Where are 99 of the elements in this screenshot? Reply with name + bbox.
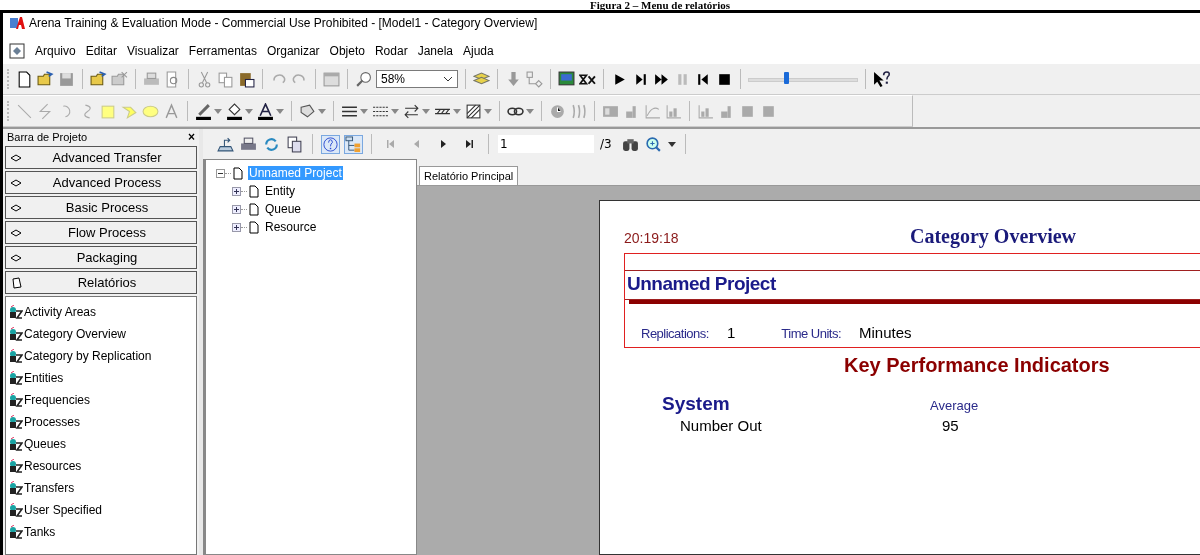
- collapse-icon[interactable]: [216, 168, 225, 178]
- arrow-style-icon[interactable]: [403, 102, 420, 120]
- report-title: Category Overview: [910, 225, 1077, 248]
- chart-icon[interactable]: [697, 102, 714, 120]
- report-item[interactable]: Processes: [6, 411, 196, 433]
- speed-slider[interactable]: [748, 72, 858, 86]
- row-label: Number Out: [680, 417, 763, 434]
- report-item[interactable]: Category by Replication: [6, 345, 196, 367]
- graph-icon[interactable]: [644, 102, 661, 120]
- new-document-icon[interactable]: [16, 70, 33, 88]
- caret-icon[interactable]: [443, 76, 453, 82]
- report-item[interactable]: Frequencies: [6, 389, 196, 411]
- report-item[interactable]: Tanks: [6, 521, 196, 543]
- report-item[interactable]: Transfers: [6, 477, 196, 499]
- fill-color-icon[interactable]: [226, 102, 243, 120]
- help-icon[interactable]: [322, 135, 339, 153]
- expand-icon[interactable]: [232, 186, 241, 196]
- menu-item[interactable]: Arquivo: [35, 44, 76, 58]
- menu-item[interactable]: Visualizar: [127, 44, 179, 58]
- panel-button[interactable]: Relatórios: [5, 271, 197, 294]
- palette-icon[interactable]: [299, 102, 316, 120]
- scissors-icon[interactable]: [196, 70, 213, 88]
- page-count: /3: [600, 137, 612, 151]
- save-icon[interactable]: [58, 70, 75, 88]
- open-folder-icon[interactable]: [90, 70, 107, 88]
- help-pointer-icon[interactable]: [873, 70, 890, 88]
- menu-item[interactable]: Objeto: [329, 44, 365, 58]
- time-units-label: Time Units:: [781, 326, 842, 341]
- expand-icon[interactable]: [232, 222, 241, 232]
- menu-item[interactable]: Janela: [417, 44, 453, 58]
- page-icon: [233, 166, 243, 180]
- page-icon: [249, 184, 259, 198]
- line-color-icon[interactable]: [195, 102, 212, 120]
- connector-icon[interactable]: [526, 70, 543, 88]
- report-time: 20:19:18: [624, 230, 680, 246]
- tree-item[interactable]: Resource: [264, 220, 318, 234]
- column-heading: Average: [930, 398, 979, 413]
- picture-icon[interactable]: [558, 70, 575, 88]
- document-icon: [9, 43, 25, 59]
- close-button[interactable]: ×: [188, 130, 195, 144]
- next-page-icon[interactable]: [438, 139, 448, 149]
- panel-button[interactable]: Advanced Transfer: [5, 146, 197, 169]
- magnifier-icon[interactable]: [355, 70, 372, 88]
- row-value: 95: [942, 417, 959, 434]
- window-title: Arena Training & Evaluation Mode - Commercial Use Prohibited - [Model1 - Category Overview]: [29, 16, 538, 30]
- tree-item[interactable]: Queue: [264, 202, 303, 216]
- panel-title: Barra de Projeto: [7, 131, 88, 143]
- last-page-icon[interactable]: [464, 139, 474, 149]
- menu-item[interactable]: Organizar: [266, 44, 320, 58]
- export-icon[interactable]: [217, 135, 234, 153]
- folder-icon[interactable]: [111, 70, 128, 88]
- panel-button[interactable]: Flow Process: [5, 221, 197, 244]
- text-color-icon[interactable]: [257, 102, 274, 120]
- window-icon[interactable]: [323, 70, 340, 88]
- app-logo-icon: [9, 15, 25, 31]
- menu-item[interactable]: Editar: [85, 44, 118, 58]
- tree-view-icon[interactable]: [345, 135, 362, 153]
- slider-thumb[interactable]: [784, 72, 790, 84]
- printer-icon[interactable]: [240, 135, 257, 153]
- histogram-icon[interactable]: [665, 102, 682, 120]
- report-item[interactable]: Entities: [6, 367, 196, 389]
- report-item[interactable]: User Specified: [6, 499, 196, 521]
- time-units-value: Minutes: [859, 324, 912, 341]
- report-item[interactable]: Category Overview: [6, 323, 196, 345]
- section-heading: Key Performance Indicators: [843, 353, 1111, 377]
- hatch-icon[interactable]: [465, 102, 482, 120]
- report-item[interactable]: Queues: [6, 433, 196, 455]
- clock-icon[interactable]: [549, 102, 566, 120]
- replications-label: Replications:: [641, 326, 709, 341]
- page-field[interactable]: 1: [498, 135, 594, 153]
- zoom-dropdown[interactable]: 58%: [376, 70, 458, 88]
- dropdown-arrow-icon[interactable]: [667, 141, 676, 147]
- zoom-icon[interactable]: [644, 135, 662, 153]
- group-heading: System: [662, 393, 731, 415]
- figure-caption: Figura 2 – Menu de relatórios: [589, 0, 731, 10]
- first-page-icon[interactable]: [386, 139, 396, 149]
- panel-button[interactable]: Packaging: [5, 246, 197, 269]
- line-icon[interactable]: [16, 102, 33, 120]
- project-name: Unnamed Project: [625, 270, 1200, 300]
- menu-item[interactable]: Rodar: [374, 44, 408, 58]
- report-item[interactable]: Activity Areas: [6, 301, 196, 323]
- replications-value: 1: [726, 324, 736, 341]
- refresh-icon[interactable]: [263, 135, 280, 153]
- menu-item[interactable]: Ferramentas: [188, 44, 257, 58]
- report-tab[interactable]: Relatório Principal: [419, 166, 519, 185]
- copy-icon[interactable]: [286, 135, 303, 153]
- plot-icon[interactable]: [570, 102, 587, 120]
- expand-icon[interactable]: [232, 204, 241, 214]
- report-item[interactable]: Resources: [6, 455, 196, 477]
- tree-item[interactable]: Entity: [264, 184, 296, 198]
- page-icon: [249, 220, 259, 234]
- panel-button[interactable]: Basic Process: [5, 196, 197, 219]
- previous-page-icon[interactable]: [412, 139, 422, 149]
- menu-item[interactable]: Ajuda: [463, 44, 494, 58]
- text-tool-icon[interactable]: [163, 102, 180, 120]
- page-icon: [249, 202, 259, 216]
- panel-button[interactable]: Advanced Process: [5, 171, 197, 194]
- open-folder-icon[interactable]: [37, 70, 54, 88]
- polyline-icon[interactable]: [37, 102, 54, 120]
